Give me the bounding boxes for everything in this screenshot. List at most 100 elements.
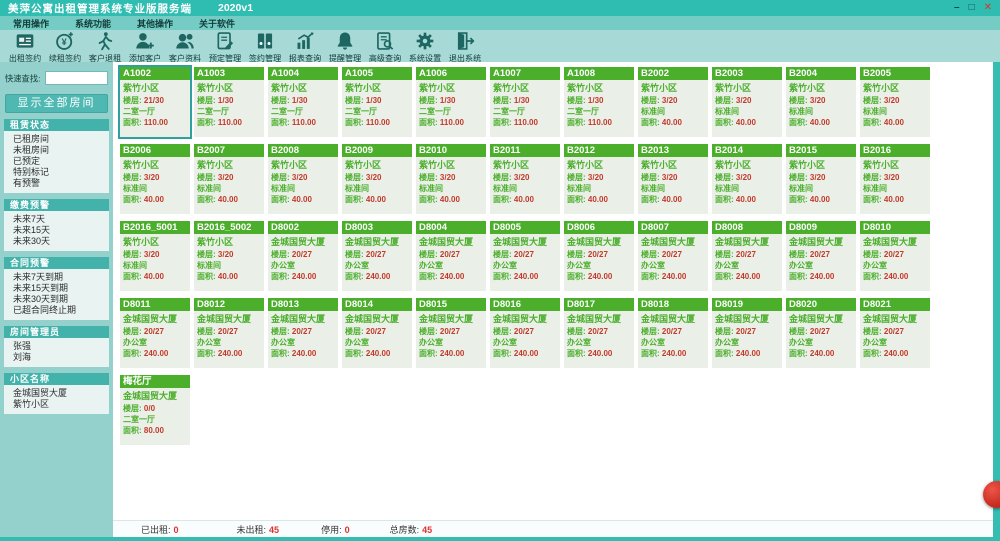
room-card[interactable]: D8007金城国贸大厦楼层: 20/27办公室面积: 240.00	[638, 221, 708, 291]
room-card[interactable]: B2012紫竹小区楼层: 3/20标准间面积: 40.00	[564, 144, 634, 214]
room-area: 面积: 240.00	[271, 348, 336, 359]
room-card[interactable]: A1007紫竹小区楼层: 1/30二室一厅面积: 110.00	[490, 67, 560, 137]
room-card[interactable]: B2008紫竹小区楼层: 3/20标准间面积: 40.00	[268, 144, 338, 214]
room-area: 面积: 240.00	[345, 348, 410, 359]
room-community: 金城国贸大厦	[123, 313, 188, 326]
show-all-rooms-button[interactable]: 显示全部房间	[5, 94, 108, 113]
sidebar-item[interactable]: 紫竹小区	[13, 399, 109, 410]
sidebar-item[interactable]: 特别标记	[13, 167, 109, 178]
room-card[interactable]: D8013金城国贸大厦楼层: 20/27办公室面积: 240.00	[268, 298, 338, 368]
menu-item[interactable]: 系统功能	[75, 17, 111, 30]
room-card[interactable]: D8002金城国贸大厦楼层: 20/27办公室面积: 240.00	[268, 221, 338, 291]
room-card-body: 金城国贸大厦楼层: 20/27办公室面积: 240.00	[490, 311, 560, 368]
room-card[interactable]: D8016金城国贸大厦楼层: 20/27办公室面积: 240.00	[490, 298, 560, 368]
room-community: 紫竹小区	[641, 82, 706, 95]
room-card[interactable]: B2016_5002紫竹小区楼层: 3/20标准间面积: 40.00	[194, 221, 264, 291]
room-card[interactable]: B2004紫竹小区楼层: 3/20标准间面积: 40.00	[786, 67, 856, 137]
room-card[interactable]: B2006紫竹小区楼层: 3/20标准间面积: 40.00	[120, 144, 190, 214]
room-number: B2002	[638, 67, 708, 80]
room-card[interactable]: D8014金城国贸大厦楼层: 20/27办公室面积: 240.00	[342, 298, 412, 368]
close-button[interactable]: ✕	[984, 1, 992, 15]
room-card[interactable]: B2010紫竹小区楼层: 3/20标准间面积: 40.00	[416, 144, 486, 214]
advanced-query-icon	[375, 31, 395, 51]
room-card[interactable]: 梅花厅金城国贸大厦楼层: 0/0二室一厅面积: 80.00	[120, 375, 190, 445]
sidebar-item[interactable]: 已超合同终止期	[13, 305, 109, 316]
sidebar-item[interactable]: 未租房间	[13, 145, 109, 156]
sidebar-item[interactable]: 刘海	[13, 352, 109, 363]
sidebar-item[interactable]: 已租房间	[13, 134, 109, 145]
room-card-body: 紫竹小区楼层: 1/30二室一厅面积: 110.00	[490, 80, 560, 137]
room-card[interactable]: B2015紫竹小区楼层: 3/20标准间面积: 40.00	[786, 144, 856, 214]
room-area: 面积: 240.00	[789, 271, 854, 282]
room-card[interactable]: D8006金城国贸大厦楼层: 20/27办公室面积: 240.00	[564, 221, 634, 291]
sidebar-item[interactable]: 有预警	[13, 178, 109, 189]
room-community: 紫竹小区	[345, 82, 410, 95]
room-card[interactable]: D8011金城国贸大厦楼层: 20/27办公室面积: 240.00	[120, 298, 190, 368]
room-card[interactable]: D8017金城国贸大厦楼层: 20/27办公室面积: 240.00	[564, 298, 634, 368]
reminder-bell-button[interactable]: 提醒管理	[325, 30, 365, 64]
sidebar-item[interactable]: 金城国贸大厦	[13, 388, 109, 399]
room-card[interactable]: B2007紫竹小区楼层: 3/20标准间面积: 40.00	[194, 144, 264, 214]
room-type: 标准间	[715, 106, 780, 117]
room-card[interactable]: A1004紫竹小区楼层: 1/30二室一厅面积: 110.00	[268, 67, 338, 137]
status-label: 未出租:	[237, 525, 267, 535]
room-card[interactable]: B2016紫竹小区楼层: 3/20标准间面积: 40.00	[860, 144, 930, 214]
room-community: 紫竹小区	[419, 159, 484, 172]
renew-lease-button[interactable]: ¥续租签约	[45, 30, 85, 64]
room-card[interactable]: B2011紫竹小区楼层: 3/20标准间面积: 40.00	[490, 144, 560, 214]
advanced-query-button[interactable]: 高级查询	[365, 30, 405, 64]
quick-search-input[interactable]	[45, 71, 108, 85]
room-card[interactable]: A1002紫竹小区楼层: 21/30二室一厅面积: 110.00	[120, 67, 190, 137]
room-card[interactable]: D8020金城国贸大厦楼层: 20/27办公室面积: 240.00	[786, 298, 856, 368]
room-card[interactable]: D8009金城国贸大厦楼层: 20/27办公室面积: 240.00	[786, 221, 856, 291]
room-card[interactable]: D8003金城国贸大厦楼层: 20/27办公室面积: 240.00	[342, 221, 412, 291]
room-community: 紫竹小区	[641, 159, 706, 172]
room-card[interactable]: D8021金城国贸大厦楼层: 20/27办公室面积: 240.00	[860, 298, 930, 368]
menu-item[interactable]: 常用操作	[13, 17, 49, 30]
customer-checkout-button[interactable]: 客户退租	[85, 30, 125, 64]
sidebar-item[interactable]: 张强	[13, 341, 109, 352]
room-card[interactable]: A1005紫竹小区楼层: 1/30二室一厅面积: 110.00	[342, 67, 412, 137]
room-card[interactable]: D8018金城国贸大厦楼层: 20/27办公室面积: 240.00	[638, 298, 708, 368]
booking-manage-button[interactable]: 预定管理	[205, 30, 245, 64]
menu-item[interactable]: 其他操作	[137, 17, 173, 30]
system-settings-button[interactable]: 系统设置	[405, 30, 445, 64]
room-card[interactable]: D8005金城国贸大厦楼层: 20/27办公室面积: 240.00	[490, 221, 560, 291]
room-card[interactable]: B2014紫竹小区楼层: 3/20标准间面积: 40.00	[712, 144, 782, 214]
exit-system-button[interactable]: 退出系统	[445, 30, 485, 64]
sidebar-item[interactable]: 未来7天到期	[13, 272, 109, 283]
room-grid-row: A1002紫竹小区楼层: 21/30二室一厅面积: 110.00A1003紫竹小…	[120, 67, 993, 137]
room-card[interactable]: A1008紫竹小区楼层: 1/30二室一厅面积: 110.00	[564, 67, 634, 137]
maximize-button[interactable]: □	[969, 1, 975, 15]
contract-manage-button[interactable]: 签约管理	[245, 30, 285, 64]
sidebar-item[interactable]: 未来30天到期	[13, 294, 109, 305]
lease-sign-button[interactable]: 出租签约	[5, 30, 45, 64]
room-card[interactable]: B2016_5001紫竹小区楼层: 3/20标准间面积: 40.00	[120, 221, 190, 291]
room-card[interactable]: D8012金城国贸大厦楼层: 20/27办公室面积: 240.00	[194, 298, 264, 368]
room-card[interactable]: D8019金城国贸大厦楼层: 20/27办公室面积: 240.00	[712, 298, 782, 368]
room-card[interactable]: B2013紫竹小区楼层: 3/20标准间面积: 40.00	[638, 144, 708, 214]
room-card[interactable]: B2002紫竹小区楼层: 3/20标准间面积: 40.00	[638, 67, 708, 137]
room-card[interactable]: D8004金城国贸大厦楼层: 20/27办公室面积: 240.00	[416, 221, 486, 291]
room-floor: 楼层: 3/20	[197, 249, 262, 260]
room-card[interactable]: D8008金城国贸大厦楼层: 20/27办公室面积: 240.00	[712, 221, 782, 291]
menu-item[interactable]: 关于软件	[199, 17, 235, 30]
room-card[interactable]: D8010金城国贸大厦楼层: 20/27办公室面积: 240.00	[860, 221, 930, 291]
sidebar-item[interactable]: 未来7天	[13, 214, 109, 225]
add-customer-button[interactable]: 添加客户	[125, 30, 165, 64]
room-card[interactable]: A1003紫竹小区楼层: 1/30二室一厅面积: 110.00	[194, 67, 264, 137]
sidebar-item[interactable]: 已预定	[13, 156, 109, 167]
room-type: 办公室	[641, 260, 706, 271]
sidebar-item[interactable]: 未来15天到期	[13, 283, 109, 294]
minimize-button[interactable]: –	[954, 1, 960, 15]
sidebar-item[interactable]: 未来15天	[13, 225, 109, 236]
customer-info-button[interactable]: 客户资料	[165, 30, 205, 64]
room-card[interactable]: D8015金城国贸大厦楼层: 20/27办公室面积: 240.00	[416, 298, 486, 368]
room-card[interactable]: A1006紫竹小区楼层: 1/30二室一厅面积: 110.00	[416, 67, 486, 137]
report-query-button[interactable]: 报表查询	[285, 30, 325, 64]
room-floor: 楼层: 20/27	[123, 326, 188, 337]
room-card[interactable]: B2009紫竹小区楼层: 3/20标准间面积: 40.00	[342, 144, 412, 214]
room-card[interactable]: B2003紫竹小区楼层: 3/20标准间面积: 40.00	[712, 67, 782, 137]
room-card[interactable]: B2005紫竹小区楼层: 3/20标准间面积: 40.00	[860, 67, 930, 137]
sidebar-item[interactable]: 未来30天	[13, 236, 109, 247]
